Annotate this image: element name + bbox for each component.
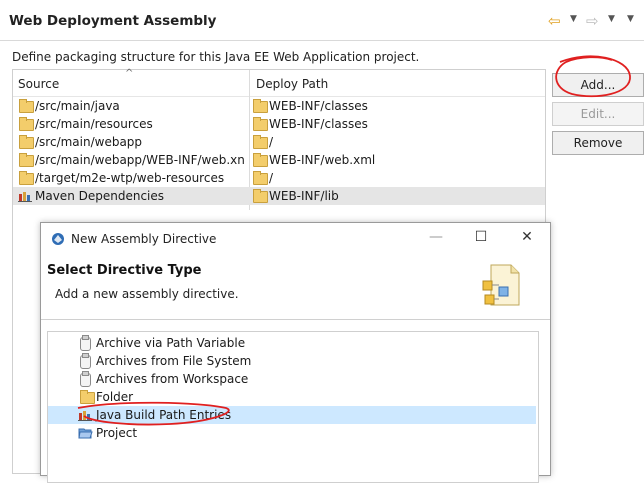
back-arrow-icon[interactable]: ⇦ — [548, 12, 561, 30]
table-row[interactable]: /src/main/resources WEB-INF/classes — [13, 115, 545, 133]
table-row[interactable]: /src/main/webapp / — [13, 133, 545, 151]
column-header-deploy-path[interactable]: Deploy Path — [256, 70, 536, 96]
source-cell: /src/main/webapp/WEB-INF/web.xn — [35, 153, 245, 167]
table-row[interactable]: Maven Dependencies WEB-INF/lib — [13, 187, 545, 205]
folder-icon — [253, 189, 268, 203]
minimize-icon[interactable]: — — [426, 229, 446, 245]
dialog-subtitle: Add a new assembly directive. — [55, 287, 239, 301]
source-cell: /target/m2e-wtp/web-resources — [35, 171, 225, 185]
view-menu-icon[interactable]: ▼ — [627, 14, 634, 24]
library-icon — [18, 192, 32, 202]
source-cell: /src/main/java — [35, 99, 120, 113]
folder-icon — [19, 135, 34, 149]
app-icon — [52, 233, 64, 245]
folder-icon — [19, 117, 34, 131]
sort-caret-icon: ^ — [125, 68, 134, 79]
list-item[interactable]: Archive via Path Variable — [48, 334, 536, 352]
deploy-path-cell: / — [269, 135, 274, 149]
archive-icon — [80, 353, 91, 369]
page-description: Define packaging structure for this Java… — [12, 50, 420, 64]
folder-icon — [80, 390, 95, 404]
list-item[interactable]: Java Build Path Entries — [48, 406, 536, 424]
folder-icon — [253, 117, 268, 131]
table-row[interactable]: /target/m2e-wtp/web-resources / — [13, 169, 545, 187]
folder-icon — [253, 135, 268, 149]
list-item[interactable]: Project — [48, 424, 536, 442]
folder-icon — [19, 171, 34, 185]
table-row[interactable]: /src/main/webapp/WEB-INF/web.xn WEB-INF/… — [13, 151, 545, 169]
back-dropdown-icon[interactable]: ▼ — [570, 14, 577, 24]
folder-icon — [19, 99, 34, 113]
list-item[interactable]: Archives from Workspace — [48, 370, 536, 388]
header-divider — [0, 40, 644, 41]
forward-arrow-icon[interactable]: ⇨ — [586, 12, 599, 30]
deploy-path-cell: / — [269, 171, 274, 185]
deploy-path-cell: WEB-INF/classes — [269, 99, 368, 113]
list-item[interactable]: Folder — [48, 388, 536, 406]
table-row[interactable]: /src/main/java WEB-INF/classes — [13, 97, 545, 115]
deploy-path-cell: WEB-INF/classes — [269, 117, 368, 131]
edit-button[interactable]: Edit... — [552, 102, 644, 126]
folder-icon — [253, 171, 268, 185]
source-cell: /src/main/resources — [35, 117, 153, 131]
source-cell: /src/main/webapp — [35, 135, 143, 149]
dialog-heading: Select Directive Type — [47, 263, 202, 278]
dialog-title: New Assembly Directive — [71, 232, 217, 246]
page-title: Web Deployment Assembly — [9, 13, 217, 29]
close-icon[interactable]: ✕ — [517, 229, 537, 245]
new-assembly-directive-dialog: New Assembly Directive — ☐ ✕ Select Dire… — [40, 222, 551, 483]
forward-dropdown-icon[interactable]: ▼ — [608, 14, 615, 24]
deploy-path-cell: WEB-INF/web.xml — [269, 153, 376, 167]
wizard-banner-icon — [482, 264, 520, 306]
list-item[interactable]: Archives from File System — [48, 352, 536, 370]
folder-icon — [19, 153, 34, 167]
maximize-icon[interactable]: ☐ — [471, 229, 491, 245]
remove-button[interactable]: Remove — [552, 131, 644, 155]
source-cell: Maven Dependencies — [35, 189, 165, 203]
directive-type-list[interactable]: Archive via Path Variable Archives from … — [47, 331, 539, 483]
archive-icon — [80, 335, 91, 351]
folder-icon — [253, 153, 268, 167]
folder-icon — [253, 99, 268, 113]
deploy-path-cell: WEB-INF/lib — [269, 189, 339, 203]
project-folder-icon — [78, 428, 93, 439]
banner-divider — [41, 319, 550, 320]
add-button[interactable]: Add... — [552, 73, 644, 97]
library-icon — [78, 411, 92, 421]
archive-icon — [80, 371, 91, 387]
